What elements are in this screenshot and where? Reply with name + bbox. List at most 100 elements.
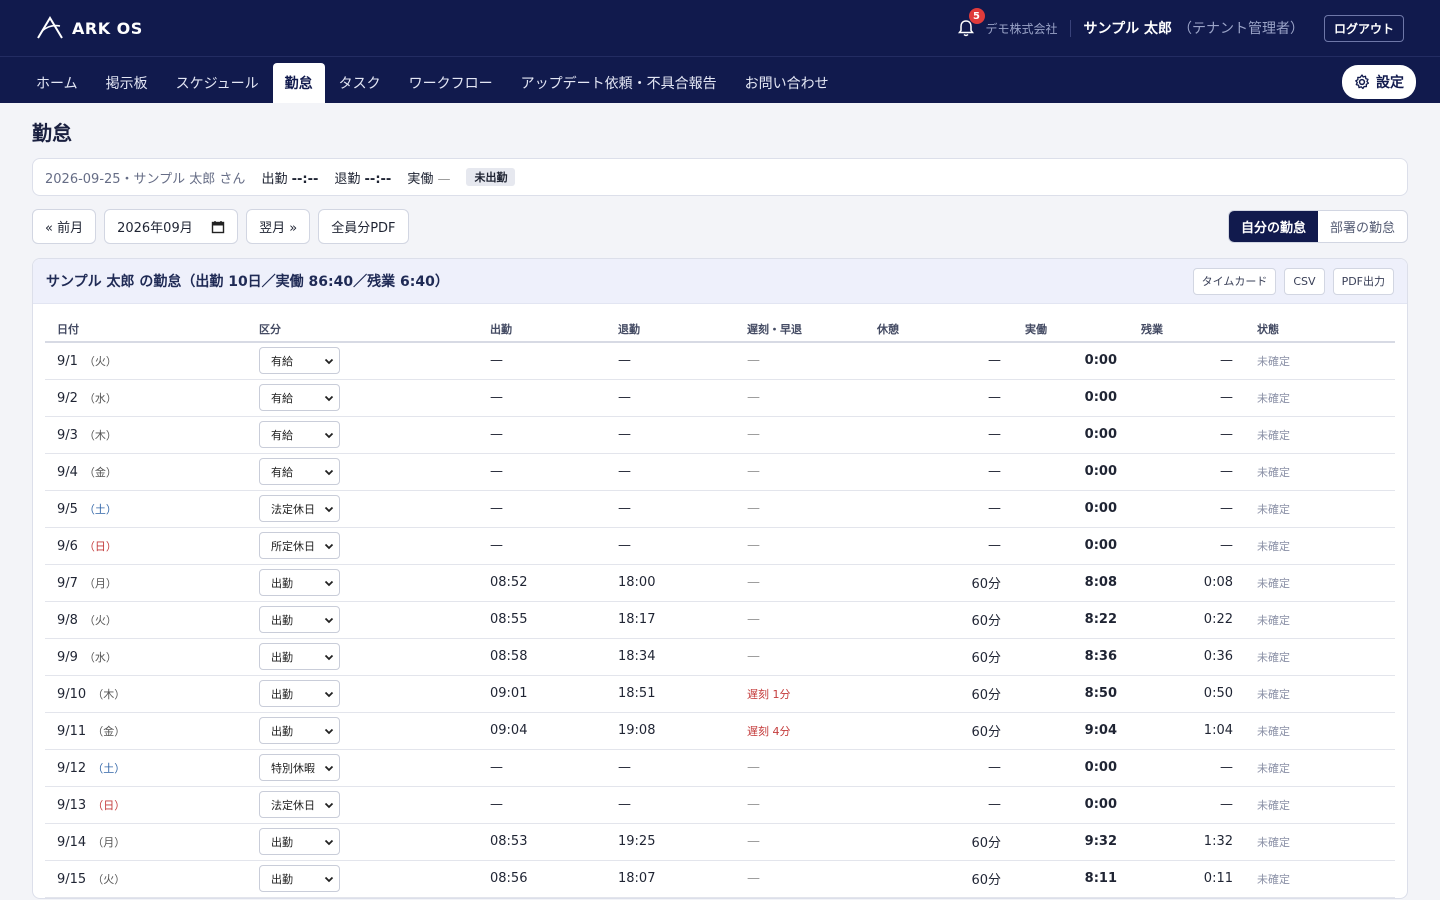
pdf-export-button[interactable]: PDF出力 <box>1332 267 1394 295</box>
month-input[interactable]: 2026年09月 <box>104 209 239 244</box>
cell-state: 未確定 <box>1245 749 1395 787</box>
ark-logo-icon <box>37 16 63 39</box>
table-row: 9/9 （水） 出勤 08:58 18:34 — 60分 8:36 0:36 未確定 <box>45 638 1395 676</box>
timecard-button[interactable]: タイムカード <box>1192 267 1277 295</box>
cell-late: — <box>735 860 865 898</box>
prev-month-button[interactable]: « 前月 <box>32 209 97 244</box>
cell-overtime: — <box>1129 490 1245 528</box>
cell-rest: 60分 <box>865 823 1013 861</box>
kubun-select[interactable]: 所定休日 <box>259 532 340 559</box>
nav-item-contact[interactable]: お問い合わせ <box>731 63 843 103</box>
app-logo[interactable]: ARK OS <box>36 16 143 40</box>
kubun-select[interactable]: 有給 <box>259 421 340 448</box>
cell-date: 9/12 （土） <box>45 749 247 787</box>
day-of-week: （火） <box>83 354 117 368</box>
kubun-select[interactable]: 出勤 <box>259 569 340 596</box>
kubun-select[interactable]: 出勤 <box>259 606 340 633</box>
state-value: 未確定 <box>1257 613 1290 627</box>
csv-button[interactable]: CSV <box>1284 267 1325 295</box>
attendance-table: 日付 区分 出勤 退勤 遅刻・早退 休憩 実働 残業 状態 9/1 （火） 有給 — —… <box>45 318 1395 898</box>
kubun-select[interactable]: 法定休日 <box>259 791 340 818</box>
col-late: 遅刻・早退 <box>735 318 865 343</box>
kubun-select[interactable]: 特別休暇 <box>259 754 340 781</box>
view-mine-button[interactable]: 自分の勤怠 <box>1228 211 1318 242</box>
cell-actual: 0:00 <box>1013 342 1129 380</box>
cell-kubun: 特別休暇 <box>247 749 478 787</box>
view-toggle: 自分の勤怠 部署の勤怠 <box>1227 210 1408 243</box>
cell-late: — <box>735 379 865 417</box>
kubun-select[interactable]: 出勤 <box>259 865 340 892</box>
kubun-select[interactable]: 有給 <box>259 384 340 411</box>
cell-actual: 0:00 <box>1013 416 1129 454</box>
cell-actual: 0:00 <box>1013 490 1129 528</box>
kubun-select[interactable]: 有給 <box>259 347 340 375</box>
state-value: 未確定 <box>1257 761 1290 775</box>
cell-state: 未確定 <box>1245 527 1395 565</box>
cell-kubun: 出勤 <box>247 712 478 750</box>
table-row: 9/12 （土） 特別休暇 — — — —0:00— 未確定 <box>45 749 1395 787</box>
state-value: 未確定 <box>1257 428 1290 442</box>
cell-clock-out: 19:08 <box>606 712 735 750</box>
day-of-week: （木） <box>92 687 126 701</box>
cell-overtime: — <box>1129 453 1245 491</box>
all-pdf-button[interactable]: 全員分PDF <box>318 209 409 244</box>
kubun-select[interactable]: 有給 <box>259 458 340 485</box>
nav-item-attendance[interactable]: 勤怠 <box>272 63 325 103</box>
kubun-value: 出勤 <box>271 687 293 701</box>
cell-late: — <box>735 527 865 565</box>
nav-item-schedule[interactable]: スケジュール <box>162 63 273 103</box>
kubun-value: 出勤 <box>271 724 293 738</box>
view-dept-button[interactable]: 部署の勤怠 <box>1318 211 1407 242</box>
day-of-week: （木） <box>83 428 117 442</box>
gear-icon <box>1355 74 1370 90</box>
kubun-select[interactable]: 法定休日 <box>259 495 340 522</box>
cell-late: — <box>735 638 865 676</box>
month-value: 2026年09月 <box>117 221 193 236</box>
card-header: サンプル 太郎 の勤怠（出勤 10日／実働 86:40／残業 6:40） タイム… <box>33 259 1407 304</box>
cell-late: — <box>735 453 865 491</box>
cell-clock-in: — <box>478 379 606 417</box>
date-text: 9/6 <box>57 538 78 554</box>
kubun-select[interactable]: 出勤 <box>259 828 340 855</box>
company-name: デモ株式会社 <box>986 19 1071 37</box>
notification-button[interactable]: 5 <box>956 8 985 38</box>
cell-clock-in: — <box>478 527 606 565</box>
nav-item-home[interactable]: ホーム <box>22 63 92 103</box>
cell-clock-out: 18:07 <box>606 860 735 898</box>
state-value: 未確定 <box>1257 650 1290 664</box>
kubun-select[interactable]: 出勤 <box>259 643 340 670</box>
nav-item-tasks[interactable]: タスク <box>325 63 395 103</box>
cell-rest: — <box>865 786 1013 824</box>
settings-label: 設定 <box>1376 75 1404 91</box>
cell-kubun: 有給 <box>247 416 478 454</box>
settings-button[interactable]: 設定 <box>1342 65 1416 99</box>
kubun-select[interactable]: 出勤 <box>259 680 340 707</box>
nav-item-workflow[interactable]: ワークフロー <box>395 63 507 103</box>
late-value: — <box>747 649 760 664</box>
notification-count-badge: 5 <box>968 8 985 24</box>
day-of-week: （日） <box>92 798 126 812</box>
cell-state: 未確定 <box>1245 712 1395 750</box>
cell-clock-out: 18:17 <box>606 601 735 639</box>
next-month-button[interactable]: 翌月 » <box>246 209 311 244</box>
cell-rest: 60分 <box>865 712 1013 750</box>
cell-date: 9/8 （火） <box>45 601 247 639</box>
nav-item-board[interactable]: 掲示板 <box>92 63 162 103</box>
cell-date: 9/15 （火） <box>45 860 247 898</box>
date-text: 9/8 <box>57 612 78 628</box>
cell-rest: — <box>865 379 1013 417</box>
col-overtime: 残業 <box>1129 318 1245 343</box>
nav-item-update-request[interactable]: アップデート依頼・不具合報告 <box>507 63 731 103</box>
cell-overtime: 1:32 <box>1129 823 1245 861</box>
late-value: 遅刻 1分 <box>747 687 791 701</box>
logout-button[interactable]: ログアウト <box>1323 14 1404 42</box>
kubun-select[interactable]: 出勤 <box>259 717 340 744</box>
cell-rest: — <box>865 527 1013 565</box>
cell-date: 9/14 （月） <box>45 823 247 861</box>
cell-clock-out: — <box>606 416 735 454</box>
day-of-week: （火） <box>92 872 126 886</box>
date-text: 9/4 <box>57 464 78 480</box>
cell-rest: — <box>865 342 1013 380</box>
cell-clock-in: — <box>478 416 606 454</box>
table-row: 9/3 （木） 有給 — — — —0:00— 未確定 <box>45 416 1395 454</box>
